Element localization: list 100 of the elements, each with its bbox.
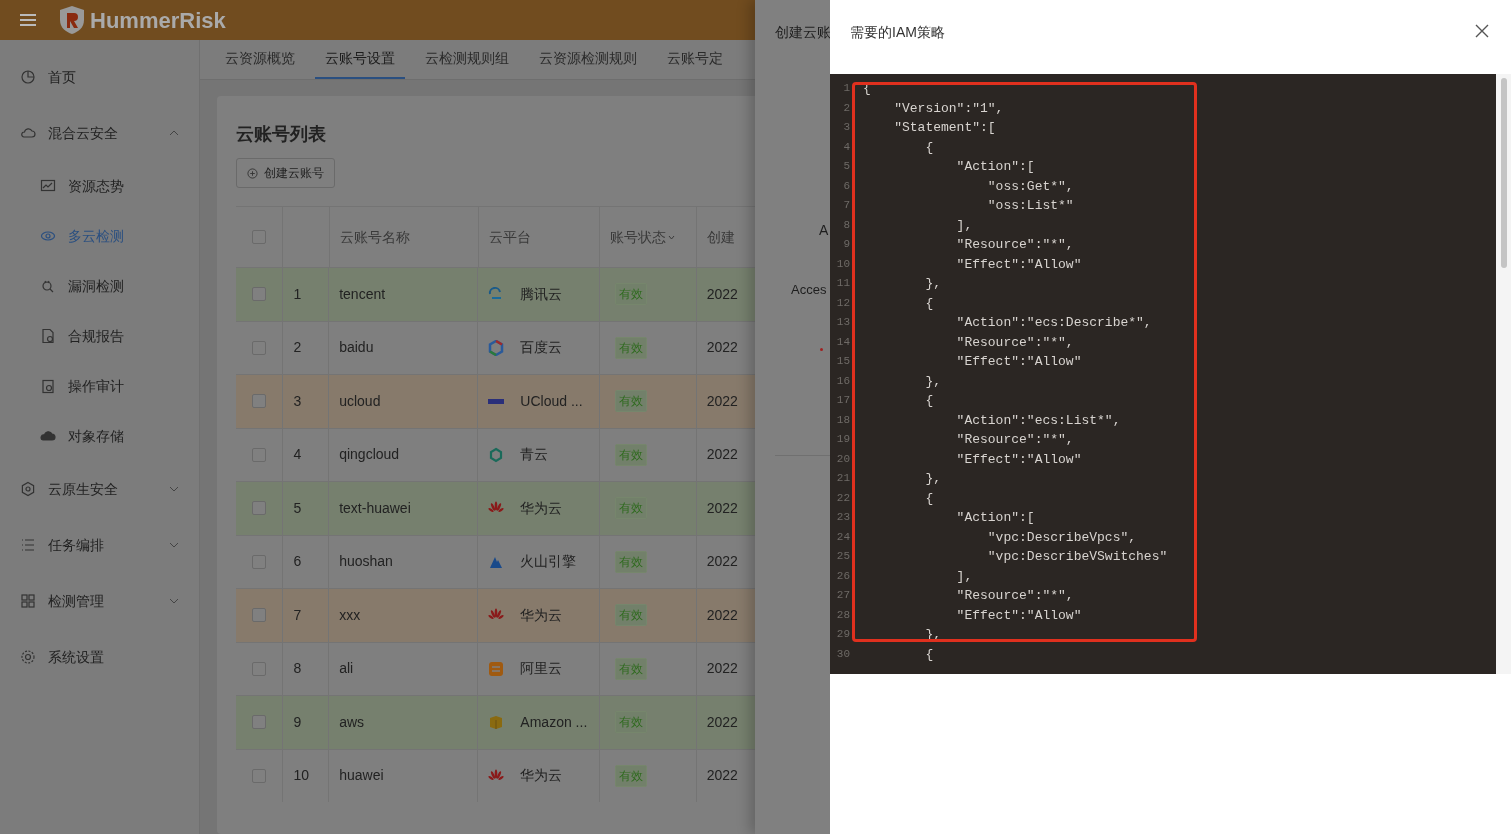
code-line: "Resource":"*", <box>955 431 1074 449</box>
card-title: 云账号列表 <box>236 123 327 146</box>
line-number: 20 <box>835 451 850 467</box>
report-icon <box>40 328 56 344</box>
code-line: "oss:Get*", <box>986 177 1074 196</box>
line-number: 24 <box>835 529 850 545</box>
column-header[interactable]: 账号状态 <box>609 226 675 248</box>
code-line: "Resource":"*", <box>955 236 1074 254</box>
table-row[interactable]: 5 text-huawei 华为云 有效 2022 <box>236 481 755 535</box>
code-line: "Resource":"*", <box>955 587 1074 605</box>
column-header: 云账号名称 <box>339 227 410 247</box>
created-date: 2022 <box>706 391 738 411</box>
required-mark-icon <box>820 348 823 351</box>
row-number: 5 <box>293 498 302 518</box>
line-number: 28 <box>835 607 850 623</box>
platform-name: 火山引擎 <box>520 552 577 572</box>
code-line: "Action":[ <box>955 509 1035 527</box>
account-name: text-huawei <box>339 498 411 518</box>
table-row[interactable]: 3 ucloud UCloud ... 有效 2022 <box>236 374 755 428</box>
row-number: 6 <box>293 552 302 572</box>
chevron-down-icon <box>169 542 179 548</box>
platform-name: 腾讯云 <box>520 284 563 304</box>
code-line: { <box>924 294 934 313</box>
sidebar-subitem[interactable]: 合规报告 <box>0 311 199 361</box>
sidebar-subitem[interactable]: 资源态势 <box>0 161 199 211</box>
row-number: 4 <box>293 445 302 465</box>
created-date: 2022 <box>706 766 738 786</box>
tab[interactable]: 云检测规则组 <box>415 39 519 79</box>
table-row[interactable]: 9 aws Amazon ... 有效 2022 <box>236 695 755 749</box>
list-icon <box>20 537 36 553</box>
sidebar-item[interactable]: 系统设置 <box>0 629 199 685</box>
row-number: 2 <box>293 338 302 358</box>
status-badge: 有效 <box>614 443 647 466</box>
scrollbar[interactable] <box>1496 74 1511 674</box>
status-badge: 有效 <box>614 657 647 680</box>
code-line: "oss:List*" <box>986 197 1074 215</box>
line-number: 15 <box>835 354 850 369</box>
code-line: "Statement":[ <box>893 119 996 137</box>
drawer-title: 创建云账 <box>775 23 830 42</box>
code-line: "Action":"ecs:List*", <box>955 411 1121 430</box>
tab[interactable]: 云账号设置 <box>315 39 405 79</box>
table-row[interactable]: 7 xxx 华为云 有效 2022 <box>236 588 755 642</box>
row-number: 1 <box>293 284 302 304</box>
close-icon[interactable] <box>1475 24 1489 38</box>
line-number: 5 <box>842 159 850 174</box>
platform-name: 华为云 <box>520 498 563 518</box>
platform-name: 青云 <box>520 445 549 465</box>
table-row[interactable]: 1 tencent 腾讯云 有效 2022 <box>236 267 755 321</box>
sidebar-item[interactable]: 云原生安全 <box>0 461 199 517</box>
line-number: 1 <box>842 81 850 96</box>
status-badge: 有效 <box>614 336 647 359</box>
logo-icon <box>488 660 505 677</box>
row-checkbox[interactable] <box>252 394 267 409</box>
account-name: aws <box>339 712 365 732</box>
platform-name: 华为云 <box>520 605 563 625</box>
sidebar-subitem[interactable]: 对象存储 <box>0 411 199 461</box>
line-number: 26 <box>835 568 850 584</box>
line-number: 10 <box>835 256 850 272</box>
status-badge: 有效 <box>614 764 647 787</box>
sidebar-subitem[interactable]: 漏洞检测 <box>0 261 199 311</box>
sidebar-item[interactable]: 首页 <box>0 49 199 105</box>
line-number: 4 <box>842 139 850 155</box>
hexagon-icon <box>20 481 36 497</box>
code-line: "Action":"ecs:Describe*", <box>955 314 1152 332</box>
box-logo-icon <box>488 714 505 731</box>
platform-name: 百度云 <box>520 338 563 358</box>
status-badge: 有效 <box>614 497 647 520</box>
code-line: "Effect":"Allow" <box>955 353 1082 371</box>
row-number: 9 <box>293 712 302 732</box>
sidebar-subitem[interactable]: 操作审计 <box>0 361 199 411</box>
code-line: { <box>924 392 934 410</box>
create-account-button[interactable]: 创建云账号 <box>236 158 335 188</box>
menu-icon[interactable] <box>20 14 36 26</box>
table-row[interactable]: 10 huawei 华为云 有效 2022 <box>236 748 755 802</box>
code-line: "Version":"1", <box>893 99 1004 118</box>
code-line: "Effect":"Allow" <box>955 606 1082 625</box>
row-number: 7 <box>293 605 302 625</box>
tab[interactable]: 云资源概览 <box>215 39 305 79</box>
field-label: A <box>819 221 829 240</box>
line-number: 18 <box>835 412 850 428</box>
code-line: }, <box>924 275 941 293</box>
line-number: 6 <box>842 178 850 194</box>
line-number: 11 <box>835 276 850 291</box>
logo-text: HummerRisk <box>90 6 226 35</box>
created-date: 2022 <box>706 605 738 625</box>
row-checkbox[interactable] <box>252 608 267 623</box>
settings-icon <box>20 649 36 665</box>
account-name: qingcloud <box>339 445 400 465</box>
line-number: 13 <box>835 315 850 330</box>
sidebar-item[interactable]: 检测管理 <box>0 573 199 629</box>
line-number: 16 <box>835 373 850 389</box>
sidebar-subitem[interactable]: 多云检测 <box>0 211 199 261</box>
tab[interactable]: 云资源检测规则 <box>529 39 647 79</box>
tab[interactable]: 云账号定 <box>657 39 733 79</box>
column-header: 云平台 <box>488 227 531 247</box>
sidebar-item[interactable]: 混合云安全 <box>0 105 199 161</box>
line-number: 3 <box>842 120 850 135</box>
sidebar-item[interactable]: 任务编排 <box>0 517 199 573</box>
plus-circle-icon <box>247 167 258 179</box>
code-line: { <box>924 645 934 664</box>
